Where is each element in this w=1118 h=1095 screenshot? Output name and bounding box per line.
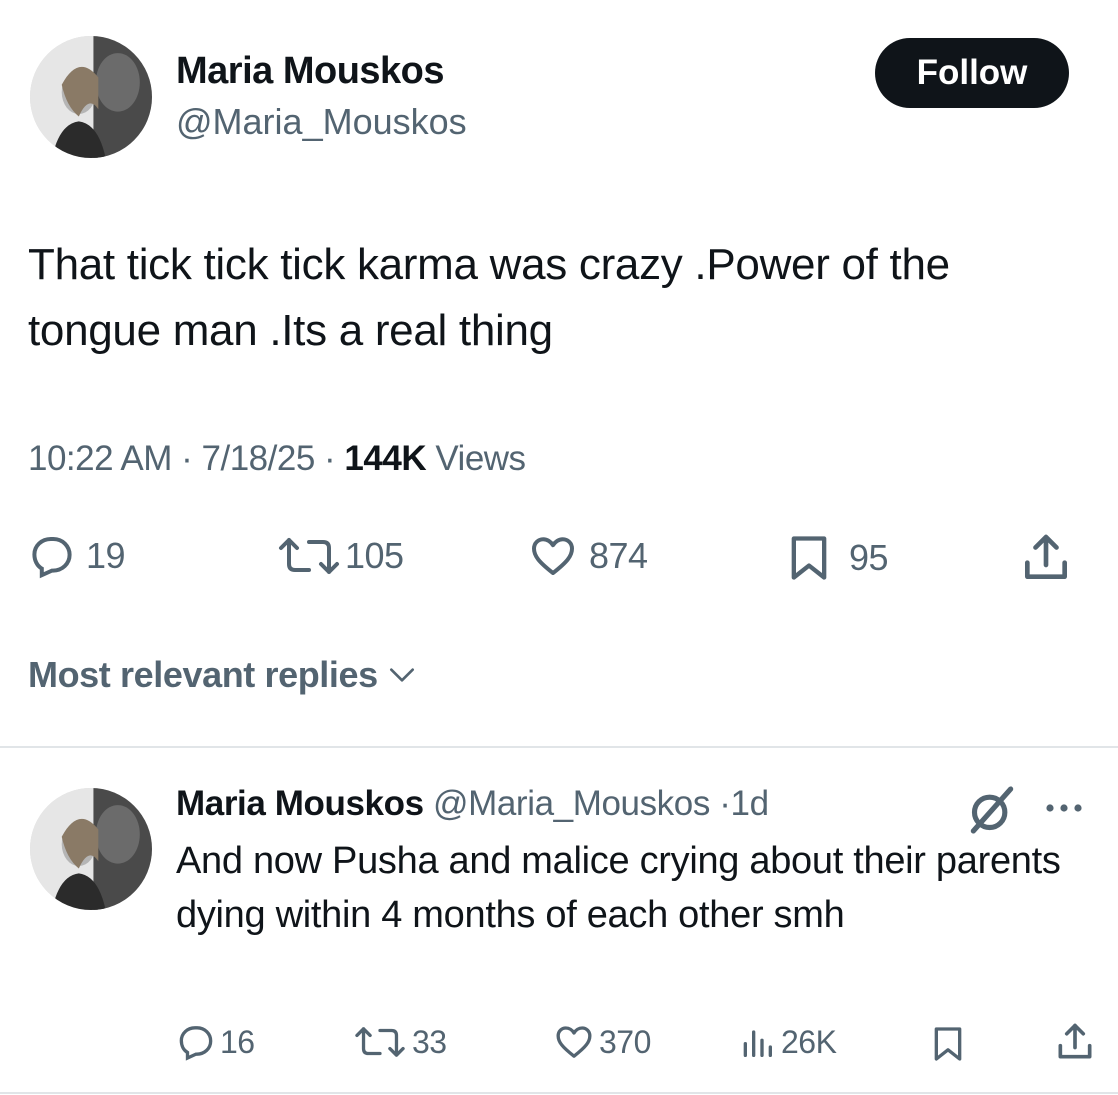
views-label: Views: [435, 439, 526, 478]
reply-time[interactable]: 1d: [731, 784, 770, 823]
share-icon: [1058, 1023, 1092, 1059]
reply-author-name[interactable]: Maria Mouskos: [176, 784, 424, 823]
bookmark-icon: [791, 536, 827, 580]
reply-icon: [32, 537, 72, 579]
reply-button[interactable]: 19: [28, 532, 126, 580]
share-icon: [1025, 534, 1067, 579]
chevron-down-icon: [389, 668, 414, 682]
reply-avatar[interactable]: [30, 788, 152, 910]
repost-icon: [355, 1027, 405, 1057]
author-name[interactable]: Maria Mouskos: [176, 50, 445, 93]
reply-count: 19: [86, 535, 126, 576]
like-button[interactable]: 874: [527, 532, 648, 580]
tweet-meta: 10:22 AM · 7/18/25 · 144K Views: [28, 439, 526, 478]
like-icon: [556, 1026, 592, 1058]
reply-time-prefix: ·: [719, 784, 731, 823]
reply-repost-button[interactable]: 33: [352, 1022, 447, 1062]
grok-icon[interactable]: [964, 782, 1020, 838]
replies-sort-label: Most relevant replies: [28, 654, 378, 695]
tweet-detail-page: Maria Mouskos @Maria_Mouskos Follow That…: [0, 0, 1118, 1095]
like-count: 874: [589, 535, 648, 576]
bookmark-icon: [934, 1027, 962, 1061]
bookmark-count: 95: [849, 537, 889, 578]
reply-header: Maria Mouskos @Maria_Mouskos ·1d: [176, 784, 769, 824]
divider: [0, 1092, 1118, 1094]
repost-count: 105: [345, 535, 404, 576]
replies-sort-dropdown[interactable]: Most relevant replies: [28, 654, 418, 696]
reply-icon: [179, 1026, 213, 1061]
reply-repost-count: 33: [412, 1023, 447, 1060]
reply-reply-count: 16: [220, 1023, 255, 1060]
reply-bookmark-button[interactable]: [928, 1022, 968, 1066]
reply-views-count: 26K: [781, 1023, 837, 1060]
reply-text: And now Pusha and malice crying about th…: [176, 840, 1061, 936]
tweet-text: That tick tick tick karma was crazy .Pow…: [28, 240, 950, 355]
tweet-time[interactable]: 10:22 AM: [28, 439, 172, 478]
bookmark-button[interactable]: 95: [783, 532, 889, 584]
follow-button[interactable]: Follow: [875, 38, 1069, 108]
reply-views-button[interactable]: 26K: [737, 1022, 837, 1062]
tweet-date[interactable]: 7/18/25: [202, 439, 316, 478]
more-icon[interactable]: [1040, 790, 1088, 826]
reply-like-button[interactable]: 370: [553, 1022, 651, 1062]
repost-button[interactable]: 105: [275, 532, 404, 580]
reply-reply-button[interactable]: 16: [176, 1022, 255, 1062]
reply-share-button[interactable]: [1053, 1020, 1097, 1064]
author-handle[interactable]: @Maria_Mouskos: [176, 101, 467, 143]
reply-like-count: 370: [599, 1023, 651, 1060]
share-button[interactable]: [1018, 530, 1074, 586]
views-count: 144K: [344, 439, 427, 478]
views-icon: [743, 1030, 772, 1057]
avatar[interactable]: [30, 36, 152, 158]
repost-icon: [279, 538, 339, 574]
divider: [0, 746, 1118, 748]
like-icon: [532, 537, 574, 575]
reply-author-handle[interactable]: @Maria_Mouskos: [433, 784, 710, 823]
